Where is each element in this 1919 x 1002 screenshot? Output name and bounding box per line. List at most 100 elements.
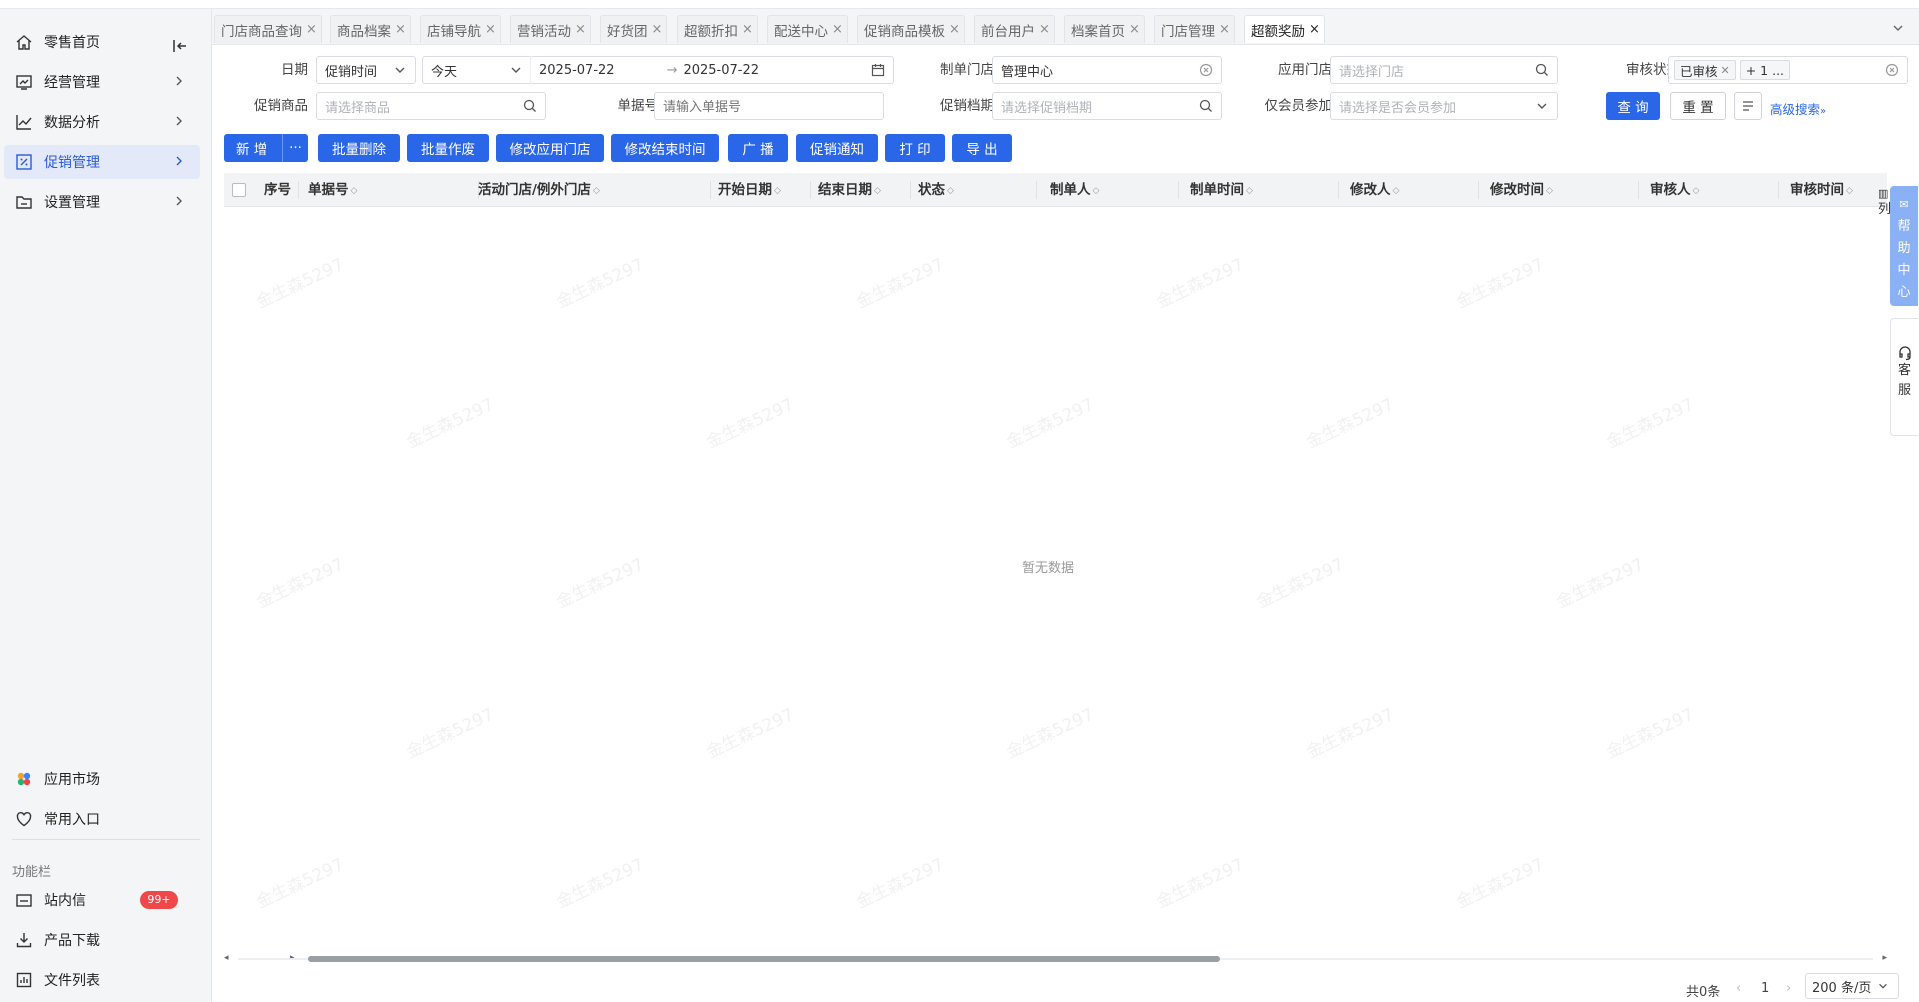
edit-apply-store-button[interactable]: 修改应用门店 [496, 134, 604, 162]
close-icon[interactable]: × [306, 22, 317, 37]
customer-service-widget[interactable]: 客 服 [1890, 318, 1918, 436]
sort-icon[interactable]: ◇ [1393, 174, 1400, 208]
horizontal-scrollbar[interactable]: ◂ ▸ ▸ [224, 953, 1887, 965]
add-more-button[interactable]: ··· [282, 134, 308, 162]
sort-icon[interactable]: ◇ [351, 174, 358, 208]
col-store[interactable]: 活动门店/例外门店 ◇ [478, 173, 600, 207]
empty-state-text: 暂无数据 [1022, 561, 1075, 576]
tab-front-users[interactable]: 前台用户 × [974, 15, 1055, 43]
export-button[interactable]: 导 出 [952, 134, 1012, 162]
sidebar-item-data-analysis[interactable]: 数据分析 [4, 105, 200, 139]
scroll-right-end-icon[interactable]: ▸ [1882, 953, 1887, 963]
doc-no-input[interactable] [654, 92, 884, 120]
sort-icon[interactable]: ◇ [1546, 174, 1553, 208]
sort-icon[interactable]: ◇ [1846, 174, 1853, 208]
close-icon[interactable]: × [1309, 22, 1320, 37]
next-page-icon[interactable]: › [1786, 981, 1791, 996]
col-maker[interactable]: 制单人 ◇ [1050, 173, 1099, 207]
tab-store-management[interactable]: 门店管理 × [1154, 15, 1235, 43]
sidebar-item-favorites[interactable]: 常用入口 [4, 802, 200, 836]
sidebar-item-promotion[interactable]: 促销管理 [4, 145, 200, 179]
advanced-search-link[interactable]: 高级搜索» [1770, 99, 1826, 118]
sort-icon[interactable]: ◇ [1693, 174, 1700, 208]
col-modifier[interactable]: 修改人 ◇ [1350, 173, 1399, 207]
select-all-checkbox[interactable] [232, 183, 246, 197]
clear-icon[interactable] [1885, 63, 1899, 77]
col-start-date[interactable]: 开始日期 ◇ [718, 173, 781, 207]
promo-period-field[interactable]: 请选择促销档期 [992, 92, 1222, 120]
tab-excess-reward[interactable]: 超额奖励 × [1244, 15, 1325, 43]
close-icon[interactable]: × [742, 22, 753, 37]
col-end-date[interactable]: 结束日期 ◇ [818, 173, 881, 207]
reset-button[interactable]: 重 置 [1670, 92, 1726, 120]
tab-promo-goods-template[interactable]: 促销商品模板 × [857, 15, 965, 43]
sidebar-item-operations[interactable]: 经营管理 [4, 65, 200, 99]
close-icon[interactable]: × [575, 22, 586, 37]
sort-icon[interactable]: ◇ [774, 174, 781, 208]
promo-notice-button[interactable]: 促销通知 [796, 134, 878, 162]
filter-settings-button[interactable] [1734, 92, 1762, 120]
date-range-picker[interactable]: 2025-07-22 → 2025-07-22 [530, 56, 894, 84]
col-audit-time[interactable]: 审核时间 ◇ [1790, 173, 1853, 207]
broadcast-button[interactable]: 广 播 [728, 134, 788, 162]
member-only-select[interactable]: 请选择是否会员参加 [1330, 92, 1558, 120]
print-button[interactable]: 打 印 [885, 134, 945, 162]
sort-icon[interactable]: ◇ [947, 174, 954, 208]
close-icon[interactable]: × [395, 22, 406, 37]
close-icon[interactable]: × [832, 22, 843, 37]
batch-delete-button[interactable]: 批量删除 [318, 134, 400, 162]
tab-goods-archive[interactable]: 商品档案 × [330, 15, 411, 43]
edit-end-time-button[interactable]: 修改结束时间 [611, 134, 719, 162]
sidebar-item-settings[interactable]: 设置管理 [4, 185, 200, 219]
tab-store-nav[interactable]: 店铺导航 × [420, 15, 501, 43]
col-status[interactable]: 状态 ◇ [918, 173, 954, 207]
sidebar-item-app-market[interactable]: 应用市场 [4, 762, 200, 796]
tab-marketing[interactable]: 营销活动 × [510, 15, 591, 43]
sort-icon[interactable]: ◇ [874, 174, 881, 208]
tab-distribution-center[interactable]: 配送中心 × [767, 15, 848, 43]
scroll-thumb[interactable] [308, 956, 1220, 962]
sidebar-item-label: 常用入口 [44, 812, 100, 828]
date-type-select[interactable]: 促销时间 [316, 56, 416, 84]
sort-icon[interactable]: ◇ [593, 174, 600, 208]
sort-icon[interactable]: ◇ [1246, 174, 1253, 208]
col-doc-no[interactable]: 单据号 ◇ [308, 173, 357, 207]
tab-excess-discount[interactable]: 超额折扣 × [677, 15, 758, 43]
close-icon[interactable]: × [1219, 22, 1230, 37]
maker-store-field[interactable]: 管理中心 [992, 56, 1222, 84]
close-icon[interactable]: × [949, 22, 960, 37]
query-button[interactable]: 查 询 [1606, 92, 1660, 120]
tab-group-buy[interactable]: 好货团 × [600, 15, 668, 43]
promo-goods-field[interactable]: 请选择商品 [316, 92, 546, 120]
audit-status-select[interactable]: 已审核 ✕ + 1 ... [1668, 56, 1908, 84]
close-icon[interactable]: × [485, 22, 496, 37]
clear-icon[interactable] [1199, 63, 1213, 77]
date-range-select[interactable]: 今天 [422, 56, 532, 84]
col-auditor[interactable]: 审核人 ◇ [1650, 173, 1699, 207]
page-size-select[interactable]: 200 条/页 [1805, 973, 1899, 999]
tab-store-goods-query[interactable]: 门店商品查询 × [214, 15, 322, 43]
sidebar-item-file-list[interactable]: 文件列表 [4, 963, 200, 997]
heart-icon [14, 809, 34, 829]
close-icon[interactable]: × [652, 22, 663, 37]
scroll-left-icon[interactable]: ◂ [224, 953, 229, 963]
batch-void-button[interactable]: 批量作废 [407, 134, 489, 162]
col-make-time[interactable]: 制单时间 ◇ [1190, 173, 1253, 207]
search-icon[interactable] [1535, 63, 1549, 77]
search-icon[interactable] [523, 99, 537, 113]
close-icon[interactable]: × [1129, 22, 1140, 37]
page-number[interactable]: 1 [1761, 981, 1769, 996]
tab-archive-home[interactable]: 档案首页 × [1064, 15, 1145, 43]
sidebar-item-messages[interactable]: 站内信 99+ [4, 883, 200, 917]
sidebar-item-downloads[interactable]: 产品下载 [4, 923, 200, 957]
sort-icon[interactable]: ◇ [1093, 174, 1100, 208]
chevron-down-icon[interactable] [1891, 21, 1905, 35]
prev-page-icon[interactable]: ‹ [1736, 981, 1741, 996]
tag-close-icon[interactable]: ✕ [1721, 64, 1730, 77]
col-modify-time[interactable]: 修改时间 ◇ [1490, 173, 1553, 207]
search-icon[interactable] [1199, 99, 1213, 113]
help-center-widget[interactable]: ✉ 帮 助 中 心 [1890, 186, 1918, 306]
sidebar-item-home[interactable]: 零售首页 [4, 25, 200, 59]
close-icon[interactable]: × [1039, 22, 1050, 37]
apply-store-field[interactable]: 请选择门店 [1330, 56, 1558, 84]
